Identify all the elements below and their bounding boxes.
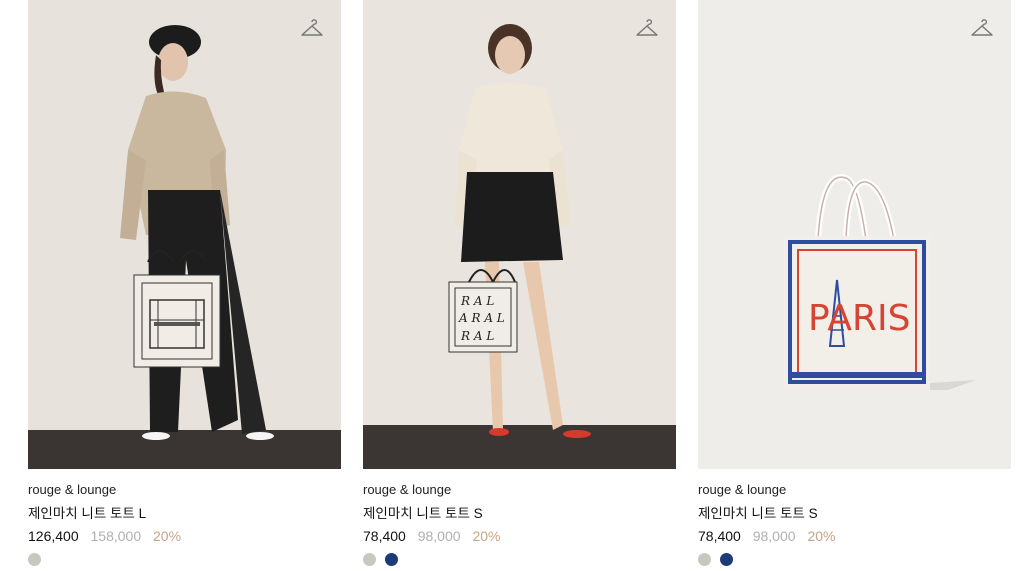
svg-text:A R A L: A R A L <box>458 311 505 325</box>
original-price: 98,000 <box>417 528 461 544</box>
price-row: 78,400 98,000 20% <box>363 528 676 545</box>
price-row: 78,400 98,000 20% <box>698 528 1011 545</box>
discount-rate: 20% <box>153 528 182 544</box>
original-price: 158,000 <box>90 528 142 544</box>
product-name[interactable]: 제인마치 니트 토트 L <box>28 505 341 522</box>
tote-photo: PARIS <box>698 0 1011 469</box>
model-photo: R A L A R A L R A L <box>363 0 676 469</box>
color-swatches <box>28 553 341 567</box>
model-photo <box>28 0 341 469</box>
color-swatch-navy[interactable] <box>385 553 399 566</box>
color-swatch-gray[interactable] <box>28 553 41 566</box>
color-swatches <box>363 553 676 567</box>
price-row: 126,400 158,000 20% <box>28 528 341 545</box>
color-swatch-navy[interactable] <box>720 553 734 566</box>
hanger-icon[interactable] <box>635 16 659 40</box>
product-image[interactable]: PARIS <box>698 0 1011 469</box>
sale-price: 126,400 <box>28 528 79 544</box>
product-card[interactable]: R A L A R A L R A L rouge & lounge 제인마치 … <box>363 0 676 567</box>
hanger-icon[interactable] <box>970 16 994 40</box>
svg-text:R A L: R A L <box>460 329 494 343</box>
paris-text: PARIS <box>808 298 911 339</box>
sale-price: 78,400 <box>363 528 406 544</box>
product-card[interactable]: PARIS rouge & lounge 제인마치 니트 토트 S 78,400… <box>698 0 1011 567</box>
original-price: 98,000 <box>752 528 796 544</box>
brand-name[interactable]: rouge & lounge <box>698 482 1011 498</box>
color-swatch-gray[interactable] <box>363 553 376 566</box>
product-image[interactable]: R A L A R A L R A L <box>363 0 676 469</box>
sale-price: 78,400 <box>698 528 741 544</box>
brand-name[interactable]: rouge & lounge <box>363 482 676 498</box>
product-name[interactable]: 제인마치 니트 토트 S <box>698 505 1011 522</box>
color-swatch-gray[interactable] <box>698 553 711 566</box>
product-image[interactable] <box>28 0 341 469</box>
svg-text:R A L: R A L <box>460 294 494 308</box>
discount-rate: 20% <box>807 528 836 544</box>
product-card[interactable]: rouge & lounge 제인마치 니트 토트 L 126,400 158,… <box>28 0 341 567</box>
brand-name[interactable]: rouge & lounge <box>28 482 341 498</box>
product-name[interactable]: 제인마치 니트 토트 S <box>363 505 676 522</box>
hanger-icon[interactable] <box>300 16 324 40</box>
discount-rate: 20% <box>472 528 501 544</box>
color-swatches <box>698 553 1011 567</box>
